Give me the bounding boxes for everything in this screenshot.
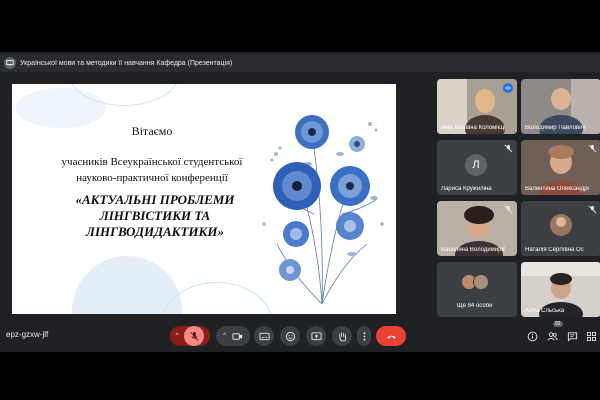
info-icon bbox=[527, 331, 537, 341]
mic-control[interactable]: ^ bbox=[170, 326, 210, 346]
mic-off-icon bbox=[504, 144, 513, 153]
people-button[interactable] bbox=[546, 330, 558, 342]
participant-name: Інна Іванівна Коломієць bbox=[441, 125, 505, 131]
leave-call-button[interactable] bbox=[376, 326, 406, 346]
slide-conference-title: «АКТУАЛЬНІ ПРОБЛЕМИ ЛІНГВІСТИКИ ТА ЛІНГВ… bbox=[75, 192, 235, 239]
flower-illustration bbox=[262, 115, 384, 305]
grid-icon bbox=[586, 331, 596, 341]
chat-icon bbox=[567, 331, 577, 342]
participant-tile[interactable]: Володимир Павлович bbox=[521, 79, 600, 134]
present-button[interactable] bbox=[306, 326, 326, 346]
participant-tile[interactable]: Валентина Олександрівна bbox=[521, 140, 600, 195]
presentation-bar: Української мови та методики її навчання… bbox=[0, 54, 600, 72]
participant-name: Володимир Павлович bbox=[525, 125, 586, 131]
slide-subtitle-line: учасників Всеукраїнської студентської bbox=[61, 156, 243, 168]
camera-icon bbox=[232, 332, 242, 340]
activities-button[interactable] bbox=[585, 330, 597, 342]
bottom-letterbox bbox=[0, 352, 600, 400]
slide-greeting: Вітаємо bbox=[131, 124, 173, 138]
mic-off-icon bbox=[504, 205, 513, 214]
participants-count-badge: 92 bbox=[553, 321, 563, 327]
shared-slide: Вітаємо учасників Всеукраїнської студент… bbox=[12, 84, 396, 314]
participant-tile[interactable]: Інна Іванівна Коломієць bbox=[437, 79, 517, 134]
more-participants-avatars bbox=[461, 274, 489, 290]
camera-control[interactable]: ^ bbox=[216, 326, 250, 346]
more-vert-icon bbox=[363, 331, 365, 341]
present-screen-icon bbox=[310, 331, 322, 340]
emoji-button[interactable] bbox=[280, 326, 300, 346]
emoji-icon bbox=[285, 331, 295, 341]
chevron-up-icon: ^ bbox=[175, 333, 179, 339]
presentation-icon bbox=[4, 57, 16, 69]
participant-tile[interactable]: Л Лариса Кружиліна bbox=[437, 140, 517, 195]
chat-button[interactable] bbox=[566, 330, 578, 342]
avatar: Л bbox=[465, 154, 487, 176]
more-options-button[interactable] bbox=[357, 326, 371, 346]
mic-off-icon bbox=[588, 144, 597, 153]
captions-button[interactable] bbox=[254, 326, 274, 346]
participant-name: Алла Сльська bbox=[525, 308, 565, 314]
slide-subtitle-line: науково-практичної конференції bbox=[76, 172, 228, 184]
mic-off-icon bbox=[190, 331, 199, 341]
more-participants-tile[interactable]: Ще 84 особи bbox=[437, 262, 517, 317]
mic-off-icon bbox=[588, 205, 597, 214]
participant-name: Валентина Олександрівна bbox=[525, 186, 589, 192]
participant-name: Василина Володимирівна bbox=[441, 247, 505, 253]
chevron-up-icon: ^ bbox=[223, 333, 226, 339]
presentation-title: Української мови та методики її навчання… bbox=[20, 59, 233, 67]
mic-off-button[interactable] bbox=[184, 326, 205, 346]
hang-up-icon bbox=[386, 335, 396, 339]
more-participants-label: Ще 84 особи bbox=[457, 303, 493, 309]
hand-icon bbox=[338, 331, 346, 341]
raise-hand-button[interactable] bbox=[332, 326, 352, 346]
participant-name: Наталія Сергіївна Ос bbox=[525, 247, 584, 253]
speaking-indicator-icon bbox=[503, 83, 513, 93]
participant-tile[interactable]: Василина Володимирівна bbox=[437, 201, 517, 256]
top-letterbox bbox=[0, 0, 600, 52]
participant-name: Лариса Кружиліна bbox=[441, 186, 492, 192]
meeting-code: epz-gzxw-jlf bbox=[6, 330, 49, 339]
participant-tile[interactable]: Алла Сльська bbox=[521, 262, 600, 317]
participant-tile[interactable]: Наталія Сергіївна Ос bbox=[521, 201, 600, 256]
captions-icon bbox=[258, 332, 270, 340]
meeting-info-button[interactable] bbox=[526, 330, 538, 342]
people-icon bbox=[547, 331, 557, 340]
